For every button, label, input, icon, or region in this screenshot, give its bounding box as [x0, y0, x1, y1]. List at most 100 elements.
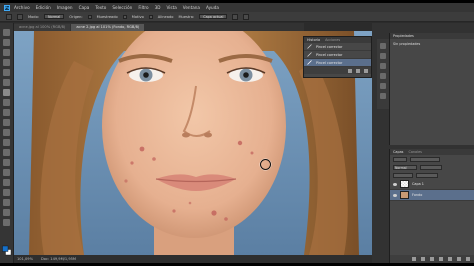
history-footer: [304, 67, 371, 74]
clone-stamp-tool-icon[interactable]: [3, 109, 10, 116]
tab-channels[interactable]: Canales: [408, 150, 421, 154]
tools-panel: [0, 23, 14, 263]
sample-select[interactable]: Capa actual: [199, 14, 228, 19]
quick-select-tool-icon[interactable]: [3, 59, 10, 66]
tab-layers[interactable]: Capas: [393, 150, 403, 154]
menu-imagen[interactable]: Imagen: [57, 5, 73, 10]
hand-tool-icon[interactable]: [3, 209, 10, 216]
fx-icon[interactable]: [421, 257, 425, 261]
paragraph-panel-icon[interactable]: [380, 93, 386, 99]
healing-brush-tool-icon[interactable]: [6, 13, 12, 20]
new-document-icon[interactable]: [348, 68, 352, 73]
move-tool-icon[interactable]: [3, 29, 10, 36]
brush-panel-icon[interactable]: [380, 63, 386, 69]
history-item[interactable]: Pincel corrector: [304, 43, 371, 51]
menu-ventana[interactable]: Ventana: [183, 5, 200, 10]
eye-icon[interactable]: [393, 193, 397, 197]
layers-footer: [390, 255, 474, 263]
info-panel-icon[interactable]: [380, 53, 386, 59]
pen-tool-icon[interactable]: [3, 169, 10, 176]
character-panel-icon[interactable]: [380, 83, 386, 89]
history-item-label: Pincel corrector: [316, 44, 343, 49]
history-panel-icon[interactable]: [380, 43, 386, 49]
zoom-level[interactable]: 101,09%: [17, 257, 33, 261]
menu-ayuda[interactable]: Ayuda: [206, 5, 219, 10]
menu-texto[interactable]: Texto: [95, 5, 106, 10]
sampled-label: Muestreado: [96, 14, 118, 19]
type-tool-icon[interactable]: [3, 179, 10, 186]
aligned-label: Alineado: [157, 14, 174, 19]
adjustment-icon[interactable]: [439, 257, 443, 261]
layer-thumbnail: [400, 180, 409, 188]
history-brush-tool-icon[interactable]: [3, 119, 10, 126]
mask-icon[interactable]: [430, 257, 434, 261]
eye-icon[interactable]: [393, 182, 397, 186]
menu-vista[interactable]: Vista: [166, 5, 176, 10]
trash-icon[interactable]: [466, 257, 470, 261]
trash-icon[interactable]: [364, 68, 368, 73]
tab-acne-jpg[interactable]: acne.jpg al 100% (RGB/8): [14, 24, 71, 31]
blend-mode-select[interactable]: Normal: [393, 164, 417, 170]
layer-name: Capa 1: [412, 182, 424, 186]
layer-filter-icons[interactable]: [410, 156, 440, 162]
healing-brush-icon: [307, 60, 312, 65]
pattern-label: Motivo: [131, 14, 144, 19]
opacity-field[interactable]: [420, 164, 442, 170]
dodge-tool-icon[interactable]: [3, 159, 10, 166]
gradient-tool-icon[interactable]: [3, 139, 10, 146]
lock-icons[interactable]: [393, 172, 413, 178]
menu-seleccion[interactable]: Selección: [112, 5, 132, 10]
clone-source-icon[interactable]: [380, 73, 386, 79]
new-layer-icon[interactable]: [457, 257, 461, 261]
sample-label: Muestra:: [178, 14, 195, 19]
layer-row[interactable]: Capa 1: [390, 179, 474, 190]
lasso-tool-icon[interactable]: [3, 49, 10, 56]
layer-thumbnail: [400, 191, 409, 199]
properties-panel: Propiedades Sin propiedades: [389, 33, 474, 145]
collapsed-panels-strip: [377, 39, 389, 109]
options-bar: Modo: Normal Origen: Muestreado Motivo A…: [0, 12, 474, 22]
layer-name: Fondo: [412, 193, 423, 197]
history-item-selected[interactable]: Pincel corrector: [304, 59, 371, 67]
photoshop-logo-icon: Ps: [4, 4, 10, 11]
brush-preset-icon[interactable]: [17, 13, 23, 20]
shape-tool-icon[interactable]: [3, 199, 10, 206]
tab-history[interactable]: Historia: [307, 38, 320, 42]
folder-icon[interactable]: [448, 257, 452, 261]
layer-filter-select[interactable]: [393, 156, 407, 162]
foreground-background-color-icon[interactable]: [2, 245, 12, 257]
menu-edicion[interactable]: Edición: [36, 5, 51, 10]
aligned-checkbox[interactable]: [148, 14, 153, 19]
path-selection-tool-icon[interactable]: [3, 189, 10, 196]
history-item[interactable]: Pincel corrector: [304, 51, 371, 59]
layer-row-selected[interactable]: Fondo: [390, 190, 474, 201]
brush-tool-icon[interactable]: [3, 99, 10, 106]
menu-archivo[interactable]: Archivo: [14, 5, 30, 10]
pattern-radio[interactable]: [122, 14, 127, 19]
eyedropper-tool-icon[interactable]: [3, 79, 10, 86]
mode-select[interactable]: Normal: [44, 14, 65, 19]
healing-brush-tool-icon[interactable]: [3, 89, 10, 96]
menu-filtro[interactable]: Filtro: [138, 5, 148, 10]
tab-actions[interactable]: Acciones: [325, 38, 340, 42]
pressure-icon[interactable]: [243, 13, 250, 20]
document-size: Doc: 149,9M/1,95M: [41, 257, 76, 261]
camera-snapshot-icon[interactable]: [356, 68, 360, 73]
layers-lock-row: [390, 171, 474, 179]
eraser-tool-icon[interactable]: [3, 129, 10, 136]
tab-acne-2-jpg[interactable]: acne 2.jpg al 101% (Fondo, RGB/8): [71, 24, 145, 31]
menu-capa[interactable]: Capa: [79, 5, 90, 10]
mode-label: Modo:: [28, 14, 39, 19]
marquee-tool-icon[interactable]: [3, 39, 10, 46]
crop-tool-icon[interactable]: [3, 69, 10, 76]
link-icon[interactable]: [412, 257, 416, 261]
ignore-adjustment-icon[interactable]: [232, 13, 239, 20]
healing-brush-icon: [307, 52, 312, 57]
blur-tool-icon[interactable]: [3, 149, 10, 156]
fill-field[interactable]: [416, 172, 438, 178]
zoom-tool-icon[interactable]: [3, 219, 10, 226]
sampled-radio[interactable]: [87, 14, 92, 19]
layers-filter-row: [390, 155, 474, 163]
healing-brush-icon: [307, 44, 312, 49]
menu-3d[interactable]: 3D: [155, 5, 161, 10]
